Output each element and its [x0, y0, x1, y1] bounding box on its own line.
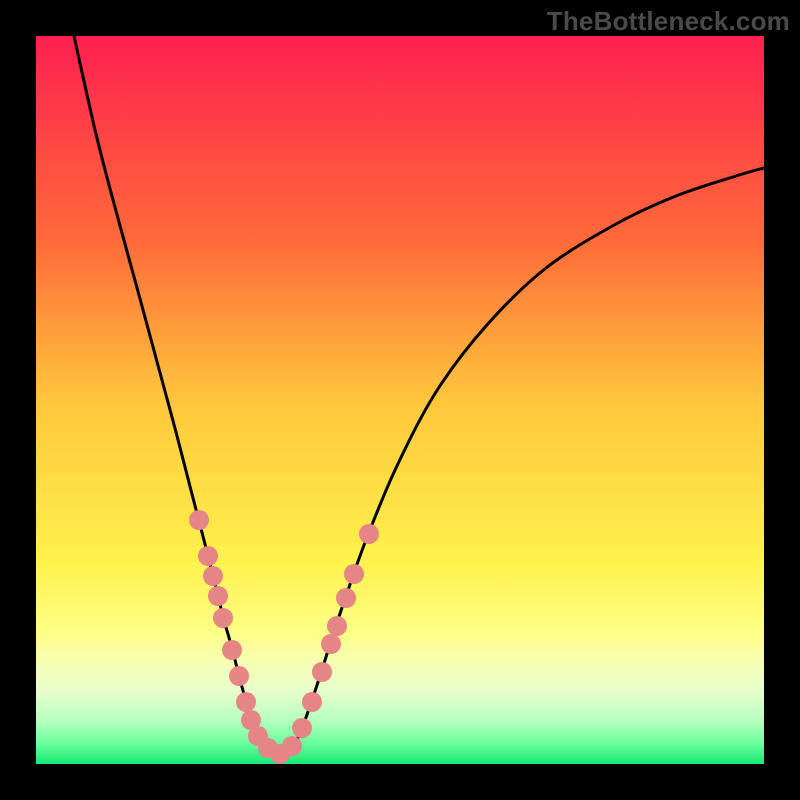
chart-frame: TheBottleneck.com: [0, 0, 800, 800]
data-dot: [229, 666, 249, 686]
data-dots: [189, 510, 379, 764]
data-dot: [336, 588, 356, 608]
data-dot: [359, 524, 379, 544]
data-dot: [222, 640, 242, 660]
data-dot: [203, 566, 223, 586]
data-dot: [302, 692, 322, 712]
data-dot: [344, 564, 364, 584]
plot-area: [36, 36, 764, 764]
watermark-text: TheBottleneck.com: [547, 6, 790, 37]
data-dot: [213, 608, 233, 628]
data-dot: [327, 616, 347, 636]
data-dot: [312, 662, 332, 682]
curve-layer: [36, 36, 764, 764]
data-dot: [198, 546, 218, 566]
left-curve: [74, 36, 280, 754]
data-dot: [208, 586, 228, 606]
data-dot: [236, 692, 256, 712]
data-dot: [292, 718, 312, 738]
data-dot: [321, 634, 341, 654]
data-dot: [282, 736, 302, 756]
right-curve: [280, 168, 764, 754]
data-dot: [189, 510, 209, 530]
